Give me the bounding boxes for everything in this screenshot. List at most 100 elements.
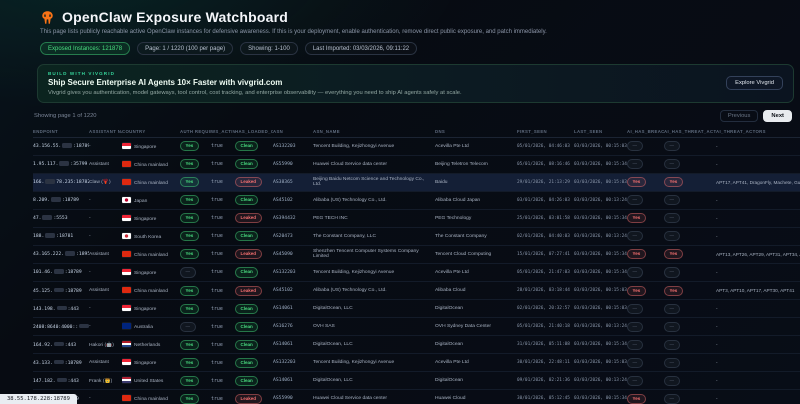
- cell-threat-actors: -: [716, 299, 800, 319]
- country-label: United States: [134, 379, 164, 385]
- table-row: 188.:18781 - South Korea Yes true Clean AS2047…: [33, 227, 800, 246]
- cell-threat-actors: -: [716, 209, 800, 228]
- endpoint-link[interactable]: 143.198.:443: [33, 305, 79, 312]
- cell-dns: DigitalOcean: [435, 299, 517, 319]
- cell-ws-active: true: [211, 299, 235, 319]
- cell-endpoint: 47.:5553: [33, 209, 89, 228]
- cell-first-seen: 05/01/2026, 21:40:18: [517, 317, 574, 337]
- cell-ai-has-threat-actor: —: [664, 299, 716, 319]
- flag-icon: [122, 178, 131, 185]
- table-row: 143.198.:443 - Singapore Yes true Clean AS1406…: [33, 299, 800, 319]
- flag-icon: [122, 341, 131, 348]
- cell-ai-has-threat-actor: —: [664, 155, 716, 174]
- endpoint-link[interactable]: 43.165.222.:18959: [33, 251, 89, 257]
- cell-dns: Acevilla Pte Ltd: [435, 263, 517, 283]
- cell-dns: Alibaba Cloud: [435, 281, 517, 301]
- cell-dns: Beijing Teletron Telecom: [435, 155, 517, 174]
- cell-country: China mainland: [122, 281, 180, 301]
- last-imported-badge: Last Imported: 03/03/2026, 09:11:22: [304, 42, 418, 55]
- cell-country: Singapore: [122, 209, 180, 228]
- cell-ai-has-breach: —: [627, 191, 664, 210]
- cell-asn-name: The Constant Company, LLC: [313, 227, 435, 246]
- cell-ai-has-threat-actor: —: [664, 371, 716, 391]
- endpoint-link[interactable]: 2408:8640:4000::1a6b:18789: [33, 323, 89, 330]
- cell-endpoint: 147.182.:443: [33, 371, 89, 391]
- redacted-ip-block: [45, 179, 56, 184]
- cell-ai-has-threat-actor: —: [664, 317, 716, 337]
- next-page-button[interactable]: Next: [763, 109, 792, 122]
- cell-asn: AS55990: [273, 389, 313, 404]
- cell-asn: AS14061: [273, 371, 313, 391]
- endpoint-link[interactable]: 188.:18781: [33, 233, 73, 239]
- auth-required-badge: Yes: [180, 177, 199, 188]
- watchboard-page: OpenClaw Exposure Watchboard This page l…: [0, 0, 800, 404]
- endpoint-link[interactable]: 101.46.:18789: [33, 269, 82, 275]
- cell-first-seen: 05/01/2026, 08:16:46: [517, 155, 574, 174]
- auth-required-badge: Yes: [180, 339, 199, 350]
- endpoint-link[interactable]: 47.:5553: [33, 215, 68, 221]
- cell-endpoint: 43.156.55.:18789: [33, 137, 89, 156]
- cell-loaded-creds: Clean: [235, 371, 273, 391]
- endpoint-link[interactable]: 166. 78.235:18782: [33, 179, 89, 185]
- cell-threat-actors: -: [716, 389, 800, 404]
- endpoint-link[interactable]: 45.125.:18789: [33, 287, 82, 294]
- threat-actor-badge: Yes: [664, 285, 683, 296]
- cell-loaded-creds: Leaked: [235, 173, 273, 192]
- cell-ai-has-breach: —: [627, 353, 664, 373]
- cell-asn: AS132203: [273, 263, 313, 283]
- cell-auth-required: —: [180, 263, 211, 283]
- cell-threat-actors: -: [716, 137, 800, 156]
- cell-ws-active: true: [211, 335, 235, 355]
- cell-ai-has-breach: —: [627, 155, 664, 174]
- endpoint-link[interactable]: 164.92.:443: [33, 341, 76, 348]
- cell-ai-has-breach: —: [627, 299, 664, 319]
- previous-page-button[interactable]: Previous: [719, 109, 759, 122]
- exposed-instances-badge: Exposed Instances: 121878: [40, 42, 131, 55]
- threat-actor-badge: —: [664, 159, 680, 170]
- cell-auth-required: —: [180, 317, 211, 337]
- endpoint-link[interactable]: 8.209.:18789: [33, 197, 79, 203]
- cell-ai-has-breach: —: [627, 371, 664, 391]
- cell-assistant-name: Frank (👑): [89, 371, 122, 391]
- endpoint-link[interactable]: 43.133.:18789: [33, 359, 82, 366]
- cell-endpoint: 1.95.117.:35799: [33, 155, 89, 174]
- cell-dns: DigitalOcean: [435, 335, 517, 355]
- cell-dns: The Constant Company: [435, 227, 517, 246]
- auth-required-badge: Yes: [180, 213, 199, 224]
- cell-country: South Korea: [122, 227, 180, 246]
- cell-ws-active: true: [211, 155, 235, 174]
- cell-asn-name: DigitalOcean, LLC: [313, 371, 435, 391]
- cell-endpoint: 43.133.:18789: [33, 353, 89, 373]
- cell-ws-active: true: [211, 191, 235, 210]
- creds-status-badge: Clean: [235, 195, 259, 206]
- cell-auth-required: Yes: [180, 281, 211, 301]
- endpoint-link[interactable]: 43.156.55.:18789: [33, 143, 89, 149]
- flag-icon: [122, 196, 131, 203]
- cell-ws-active: true: [211, 389, 235, 404]
- cell-threat-actors: -: [716, 353, 800, 373]
- cell-loaded-creds: Clean: [235, 335, 273, 355]
- cell-last-seen: 03/03/2026, 00:15:03: [574, 137, 627, 156]
- cell-ws-active: true: [211, 245, 235, 264]
- threat-actor-badge: —: [664, 321, 680, 332]
- explore-vivgrid-button[interactable]: Explore Vivgrid: [726, 76, 783, 91]
- cell-asn-name: Shenzhen Tencent Computer Systems Compan…: [313, 245, 435, 264]
- cell-last-seen: 03/03/2026, 00:13:24: [574, 227, 627, 246]
- cell-loaded-creds: Leaked: [235, 245, 273, 264]
- column-header: HAS_LOADED_CREDS: [235, 125, 273, 138]
- endpoint-link[interactable]: 1.95.117.:35799: [33, 161, 87, 167]
- cell-ws-active: true: [211, 353, 235, 373]
- cell-ai-has-breach: —: [627, 263, 664, 283]
- cell-dns: Acevilla Pte Ltd: [435, 137, 517, 156]
- threat-actor-badge: —: [664, 375, 680, 386]
- cell-country: Singapore: [122, 299, 180, 319]
- table-row: 47.:5553- Singapore Yes true Leaked AS394432 P…: [33, 209, 800, 228]
- cell-ai-has-threat-actor: —: [664, 353, 716, 373]
- cell-auth-required: Yes: [180, 353, 211, 373]
- cell-endpoint: 43.165.222.:18959: [33, 245, 89, 264]
- endpoint-link[interactable]: 147.182.:443: [33, 377, 79, 384]
- cell-ai-has-breach: —: [627, 335, 664, 355]
- cell-auth-required: Yes: [180, 155, 211, 174]
- table-row: 43.133.:18789 Assistant Singapore Yes true Cl…: [33, 353, 800, 373]
- column-header: AI_HAS_THREAT_ACTOR: [664, 125, 716, 138]
